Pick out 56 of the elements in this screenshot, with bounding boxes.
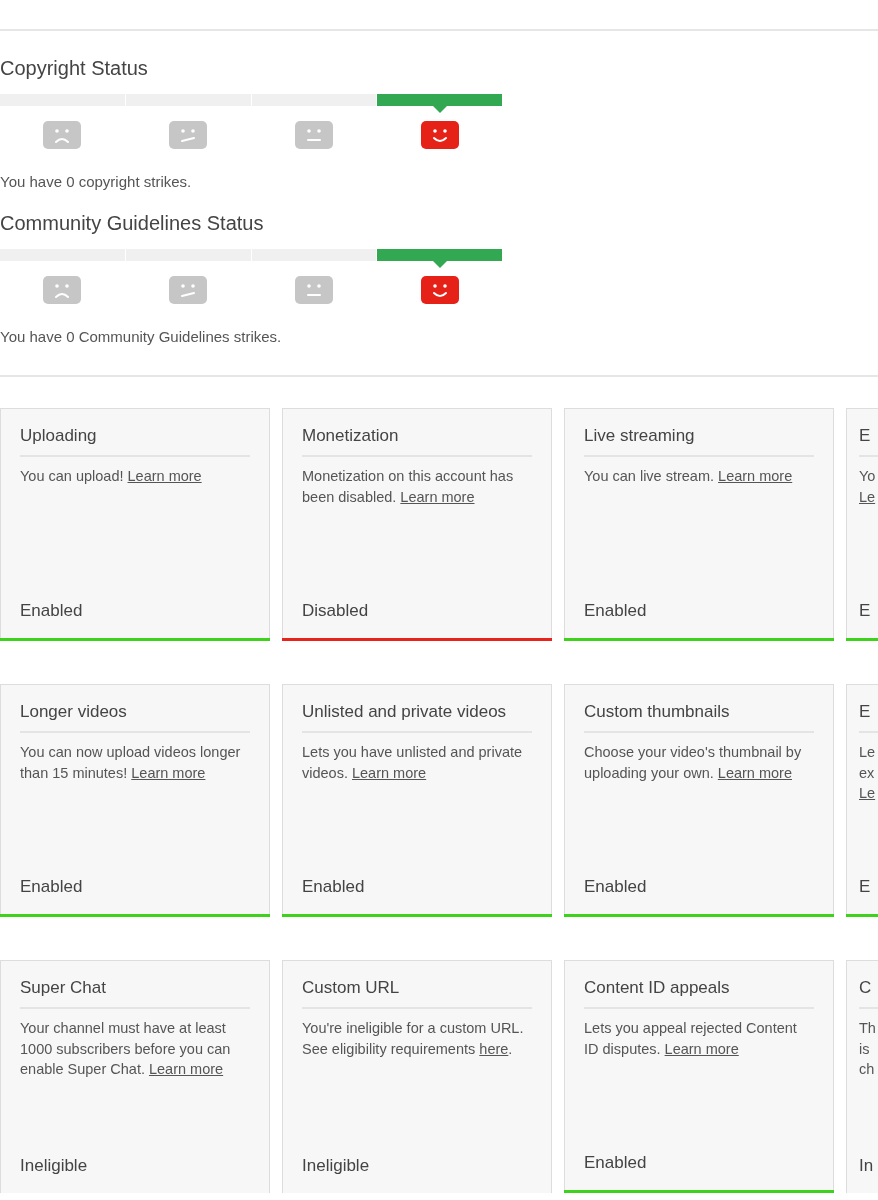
card-title: C bbox=[859, 978, 878, 1009]
card-title: Longer videos bbox=[20, 702, 250, 733]
status-label: Disabled bbox=[302, 601, 370, 621]
card-title: Content ID appeals bbox=[584, 978, 814, 1009]
pointer-icon bbox=[432, 261, 447, 268]
card-description: Monetization on this account has been disabled. Learn more bbox=[302, 467, 515, 507]
card-description: Le bbox=[859, 744, 876, 760]
strike-summary: You have 0 Community Guidelines strikes. bbox=[0, 328, 283, 345]
status-label: E bbox=[859, 601, 872, 621]
card-title: Monetization bbox=[302, 426, 532, 457]
learn-more-link[interactable]: Learn more bbox=[131, 764, 206, 781]
learn-more-link[interactable]: Learn more bbox=[127, 468, 202, 484]
learn-more-link[interactable]: Learn more bbox=[400, 488, 475, 505]
status-label: Enabled bbox=[20, 601, 84, 621]
card-description: ch bbox=[859, 1061, 875, 1077]
status-label: Enabled bbox=[584, 1153, 648, 1173]
status-label: Ineligible bbox=[302, 1156, 371, 1176]
card-title: Live streaming bbox=[584, 426, 814, 457]
card-title: Unlisted and private videos bbox=[302, 702, 532, 733]
learn-more-link[interactable]: Le bbox=[859, 488, 876, 505]
strike-summary: You have 0 copyright strikes. bbox=[0, 173, 193, 190]
status-label: Enabled bbox=[584, 877, 648, 897]
learn-more-link[interactable]: Learn more bbox=[717, 764, 792, 781]
card-title: Super Chat bbox=[20, 978, 250, 1009]
learn-more-link[interactable]: Learn more bbox=[664, 1040, 739, 1057]
card-description: Choose your video's thumbnail by uploading your own. Learn more bbox=[584, 743, 803, 783]
card-description: Lets you appeal rejected Content ID disputes. Learn more bbox=[584, 1019, 798, 1059]
learn-more-link[interactable]: Le bbox=[859, 785, 876, 801]
card-description: You can live stream. Learn more bbox=[584, 467, 794, 486]
learn-more-link[interactable]: Learn more bbox=[149, 1061, 224, 1077]
card-title: Uploading bbox=[20, 426, 250, 457]
card-description: You can upload! Learn more bbox=[20, 467, 203, 486]
card-description: is bbox=[859, 1040, 870, 1057]
card-title: E bbox=[859, 702, 878, 733]
status-label: Enabled bbox=[584, 601, 648, 621]
card-description: You can now upload videos longer than 15 minutes! Learn more bbox=[20, 743, 242, 783]
card-description: Lets you have unlisted and private videos. Learn more bbox=[302, 743, 524, 783]
status-label: Enabled bbox=[20, 877, 84, 897]
learn-more-link[interactable]: Learn more bbox=[718, 468, 793, 484]
pointer-icon bbox=[432, 106, 447, 113]
learn-more-link[interactable]: here bbox=[479, 1040, 509, 1057]
card-description: Yo bbox=[859, 468, 876, 484]
card-description: You're ineligible for a custom URL. See eligibility requirements here. bbox=[302, 1019, 525, 1059]
card-description: Th bbox=[859, 1020, 876, 1036]
section-title: Copyright Status bbox=[0, 57, 149, 80]
section-title: Community Guidelines Status bbox=[0, 212, 265, 235]
status-label: In bbox=[859, 1156, 875, 1176]
card-title: Custom URL bbox=[302, 978, 532, 1009]
card-description: Your channel must have at least 1000 subscribers before you can enable Super Chat. Learn more bbox=[20, 1019, 232, 1079]
card-title: E bbox=[859, 426, 878, 457]
card-description: ex bbox=[859, 764, 875, 781]
status-label: Enabled bbox=[302, 877, 366, 897]
learn-more-link[interactable]: Learn more bbox=[352, 764, 427, 781]
status-label: E bbox=[859, 877, 872, 897]
card-title: Custom thumbnails bbox=[584, 702, 814, 733]
status-label: Ineligible bbox=[20, 1156, 89, 1176]
